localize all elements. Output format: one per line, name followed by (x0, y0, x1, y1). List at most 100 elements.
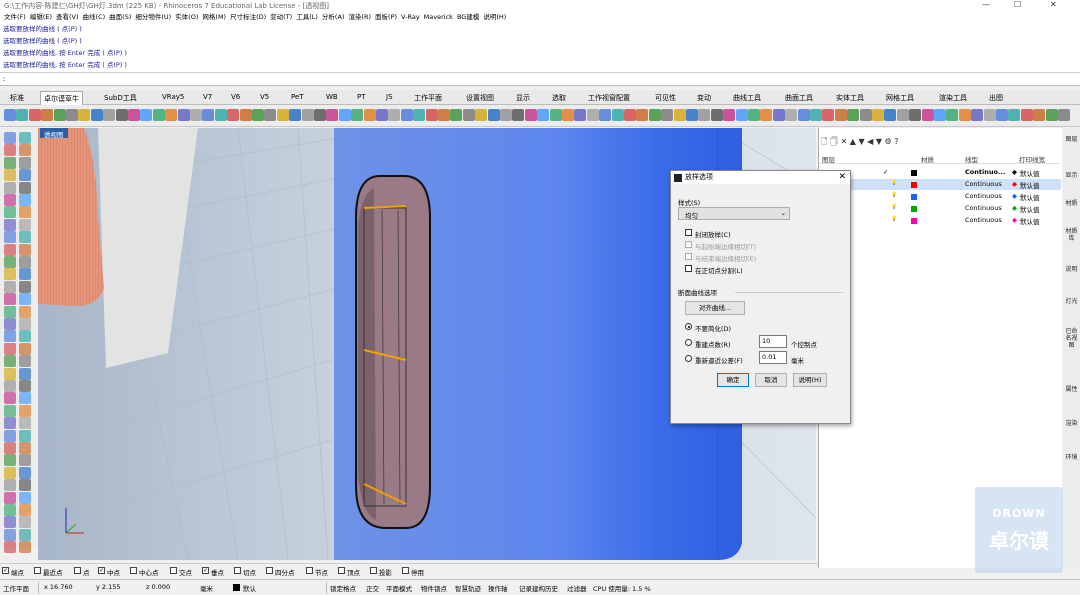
toolbar-icon[interactable] (4, 109, 16, 121)
toolbar-icon[interactable] (202, 109, 215, 121)
toolbar-icon[interactable] (586, 109, 599, 121)
side-tab-3[interactable]: 材质库 (1064, 228, 1079, 242)
tab-4[interactable]: V7 (203, 93, 212, 101)
toolbar-icon[interactable] (425, 109, 438, 121)
toolbar-icon[interactable] (177, 109, 190, 121)
toolbar-icon[interactable] (537, 109, 550, 121)
tool-icon[interactable] (4, 293, 16, 306)
menu-item[interactable]: 编辑(E) (30, 12, 52, 23)
help-button[interactable]: 说明(H) (793, 373, 827, 387)
layer-color-swatch[interactable] (911, 206, 917, 212)
toolbar-icon[interactable] (115, 109, 128, 121)
tool-icon[interactable] (4, 355, 16, 368)
tool-icon[interactable] (19, 293, 31, 306)
osnap-checkbox[interactable] (370, 567, 377, 574)
tab-13[interactable]: 显示 (516, 93, 530, 103)
tool-icon[interactable] (4, 417, 16, 430)
side-tab-4[interactable]: 说明 (1064, 266, 1079, 273)
tool-icon[interactable] (19, 355, 31, 368)
tool-icon[interactable] (19, 380, 31, 392)
side-tab-1[interactable]: 显示 (1064, 172, 1079, 179)
toolbar-icon[interactable] (252, 109, 264, 121)
toolbar-icon[interactable] (41, 109, 54, 121)
no-simplify-radio[interactable] (685, 323, 692, 330)
toolbar-icon[interactable] (152, 109, 165, 121)
rebuild-radio[interactable] (685, 339, 692, 346)
toolbar-icon[interactable] (376, 109, 388, 121)
toolbar-icon[interactable] (946, 109, 959, 121)
tab-0[interactable]: 标准 (10, 93, 24, 103)
menu-item[interactable]: 尺寸标注(D) (230, 12, 266, 23)
tool-icon[interactable] (19, 417, 31, 430)
status-toggle[interactable]: 物件锁点 (421, 583, 447, 593)
toolbar-icon[interactable] (834, 109, 847, 121)
tool-icon[interactable] (4, 392, 16, 405)
tab-15[interactable]: 工作视窗配置 (588, 93, 630, 103)
toolbar-icon[interactable] (549, 109, 562, 121)
toolbar-icon[interactable] (128, 109, 140, 121)
lightbulb-icon[interactable]: 💡 (891, 192, 897, 198)
minimize-button[interactable]: — (982, 0, 990, 9)
osnap-checkbox[interactable] (234, 567, 241, 574)
tool-icon[interactable] (19, 528, 31, 541)
tool-icon[interactable] (19, 305, 31, 318)
tool-icon[interactable] (4, 342, 16, 355)
side-tab-7[interactable]: 属性 (1064, 386, 1079, 393)
viewport-label[interactable]: 透视图 (40, 128, 68, 139)
toolbar-icon[interactable] (103, 109, 116, 121)
osnap-checkbox[interactable] (130, 567, 137, 574)
lightbulb-icon[interactable]: 💡 (891, 204, 897, 210)
toolbar-icon[interactable] (239, 109, 252, 121)
tool-icon[interactable] (19, 268, 31, 281)
rebuild-count-input[interactable]: 10 (759, 335, 787, 348)
menu-item[interactable]: 实体(O) (175, 12, 198, 23)
tool-icon[interactable] (4, 516, 16, 529)
toolbar-icon[interactable] (785, 109, 798, 121)
osnap-checkbox[interactable] (74, 567, 81, 574)
tool-icon[interactable] (19, 156, 31, 169)
tool-icon[interactable] (4, 144, 16, 157)
toolbar-icon[interactable] (810, 109, 822, 121)
tab-22[interactable]: 渲染工具 (939, 93, 967, 103)
layer-color-swatch[interactable] (911, 182, 917, 188)
osnap-checkbox[interactable]: ✓ (2, 567, 9, 574)
tool-icon[interactable] (4, 541, 16, 554)
tab-1[interactable]: 卓尔谟草牛 (40, 91, 83, 105)
toolbar-icon[interactable] (1020, 109, 1033, 121)
tool-icon[interactable] (19, 206, 31, 219)
menu-item[interactable]: 变动(T) (270, 12, 292, 23)
tool-icon[interactable] (4, 169, 16, 182)
status-toggle[interactable]: 平面模式 (386, 583, 412, 593)
dialog-close-icon[interactable]: ✕ (838, 171, 846, 184)
tool-icon[interactable] (4, 429, 16, 442)
layer-row[interactable]: ✓ Continuo... ◆ 默认值 (819, 167, 1061, 178)
tool-icon[interactable] (19, 442, 31, 454)
status-toggle[interactable]: 锁定格点 (330, 583, 356, 593)
toolbar-icon[interactable] (686, 109, 698, 121)
toolbar-icon[interactable] (140, 109, 153, 121)
lightbulb-icon[interactable]: 💡 (891, 216, 897, 222)
toolbar-icon[interactable] (624, 109, 636, 121)
status-cplane[interactable]: 工作平面 (3, 583, 29, 593)
toolbar-icon[interactable] (16, 109, 29, 121)
toolbar-icon[interactable] (264, 109, 277, 121)
tab-16[interactable]: 可见性 (655, 93, 676, 103)
match-start-checkbox[interactable] (685, 241, 692, 248)
toolbar-icon[interactable] (462, 109, 475, 121)
tool-icon[interactable] (19, 367, 31, 380)
toolbar-icon[interactable] (1008, 109, 1021, 121)
status-toggle[interactable]: CPU 使用量: 1.5 % (593, 583, 651, 593)
side-tab-5[interactable]: 灯光 (1064, 298, 1079, 305)
toolbar-icon[interactable] (512, 109, 525, 121)
tool-icon[interactable] (4, 132, 16, 144)
toolbar-icon[interactable] (66, 109, 78, 121)
menu-item[interactable]: 面板(P) (375, 12, 397, 23)
menu-item[interactable]: Maverick (424, 12, 453, 23)
toolbar-icon[interactable] (500, 109, 512, 121)
osnap-checkbox[interactable]: ✓ (98, 567, 105, 574)
toolbar-icon[interactable] (971, 109, 984, 121)
toolbar-icon[interactable] (388, 109, 401, 121)
toolbar-icon[interactable] (983, 109, 996, 121)
tool-icon[interactable] (4, 256, 16, 268)
side-tab-8[interactable]: 渲染 (1064, 420, 1079, 427)
